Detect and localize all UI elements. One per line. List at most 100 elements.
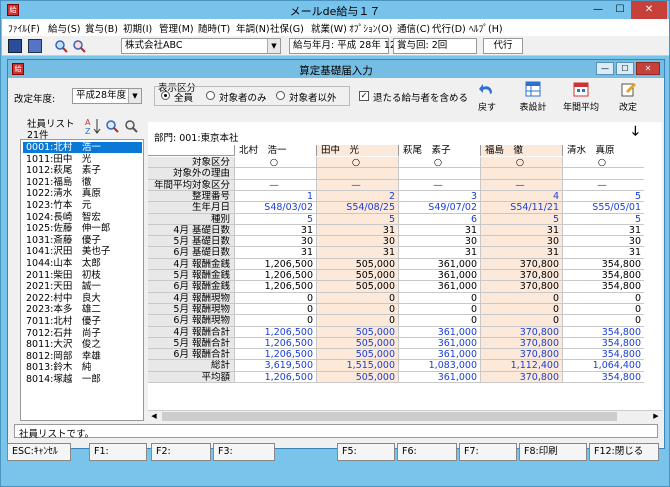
grid-cell[interactable]: 361,000 — [398, 258, 480, 270]
grid-cell[interactable]: 1,112,400 — [480, 360, 562, 372]
grid-cell[interactable]: — — [316, 179, 398, 191]
fkey-button[interactable]: F8:印刷 — [519, 443, 587, 461]
grid-column-header[interactable]: 田中 光 — [316, 145, 398, 156]
grid-cell[interactable]: 1,083,000 — [398, 360, 480, 372]
grid-cell[interactable]: 1,206,500 — [234, 349, 316, 361]
fkey-button[interactable]: F1: — [89, 443, 147, 461]
menu-item-5[interactable]: 随時(T) — [198, 21, 230, 35]
list-item[interactable]: 1025:佐藤 伸一郎 — [23, 223, 142, 234]
grid-cell[interactable]: 30 — [234, 236, 316, 248]
radio-non-target[interactable] — [276, 91, 285, 100]
grid-cell[interactable]: — — [234, 179, 316, 191]
list-item[interactable]: 7011:北村 優子 — [23, 316, 142, 327]
list-item[interactable]: 8011:大沢 俊之 — [23, 339, 142, 350]
arrow-down-icon[interactable]: 🡓 — [632, 122, 639, 144]
dialog-minimize-button[interactable]: — — [596, 62, 614, 75]
mail-icon[interactable] — [28, 39, 42, 53]
list-item[interactable]: 2023:本多 雄二 — [23, 304, 142, 315]
grid-cell[interactable]: 31 — [234, 224, 316, 236]
grid-cell[interactable]: 354,800 — [562, 337, 644, 349]
grid-cell[interactable]: 361,000 — [398, 337, 480, 349]
grid-cell[interactable]: ○ — [234, 157, 316, 168]
grid-cell[interactable]: 0 — [480, 292, 562, 304]
grid-cell[interactable]: 505,000 — [316, 270, 398, 281]
grid-cell[interactable]: 370,800 — [480, 270, 562, 281]
filter-search-icon[interactable] — [124, 119, 138, 133]
grid-cell[interactable]: 0 — [562, 303, 644, 315]
list-item[interactable]: 7012:石井 尚子 — [23, 328, 142, 339]
grid-cell[interactable]: 6 — [398, 213, 480, 225]
fkey-button[interactable]: F3: — [213, 443, 275, 461]
grid-cell[interactable]: 505,000 — [316, 281, 398, 293]
grid-cell[interactable]: 4 — [480, 190, 562, 202]
grid-cell[interactable]: S49/07/02 — [398, 202, 480, 214]
grid-cell[interactable]: 1 — [234, 190, 316, 202]
grid-cell[interactable]: ○ — [562, 157, 644, 168]
grid-cell[interactable]: 5 — [480, 213, 562, 225]
grid-cell[interactable]: 3 — [398, 190, 480, 202]
grid-cell[interactable]: 361,000 — [398, 349, 480, 361]
maximize-button[interactable]: ☐ — [609, 1, 631, 19]
grid-cell[interactable]: 354,800 — [562, 371, 644, 383]
fkey-button[interactable]: F6: — [397, 443, 457, 461]
year-select[interactable]: 平成28年度 ▼ — [72, 88, 142, 104]
grid-cell[interactable]: 0 — [398, 303, 480, 315]
list-item[interactable]: 8012:岡部 幸雄 — [23, 351, 142, 362]
grid-cell[interactable]: 0 — [234, 292, 316, 304]
list-item[interactable]: 1023:竹本 元 — [23, 200, 142, 211]
list-item[interactable]: 2021:天田 誠一 — [23, 281, 142, 292]
grid-cell[interactable]: 0 — [398, 292, 480, 304]
grid-cell[interactable]: 5 — [316, 213, 398, 225]
grid-cell[interactable]: 3,619,500 — [234, 360, 316, 372]
grid-cell[interactable]: 354,800 — [562, 349, 644, 361]
grid-cell[interactable]: ○ — [316, 157, 398, 168]
grid-cell[interactable]: 1,206,500 — [234, 281, 316, 293]
grid-column-header[interactable]: 清水 真原 — [562, 145, 644, 156]
grid-cell[interactable]: ○ — [480, 157, 562, 168]
grid-cell[interactable]: 1,206,500 — [234, 258, 316, 270]
proxy-button[interactable]: 代行 — [483, 38, 523, 54]
back-button[interactable]: 戻す — [464, 81, 510, 119]
employee-list[interactable]: 0001:北村 浩一 1011:田中 光 1012:萩尾 素子 1021:福島 徹 10… — [20, 139, 144, 421]
grid-cell[interactable]: 0 — [562, 315, 644, 327]
menu-item-2[interactable]: 賞与(B) — [85, 21, 118, 35]
annual-average-button[interactable]: 年間平均 — [558, 81, 604, 119]
grid-cell[interactable]: 31 — [316, 247, 398, 259]
list-item[interactable]: 1024:長崎 智宏 — [23, 212, 142, 223]
grid-cell[interactable]: 361,000 — [398, 371, 480, 383]
grid-cell[interactable]: 31 — [562, 224, 644, 236]
list-item[interactable]: 8013:鈴木 純 — [23, 362, 142, 373]
grid-cell[interactable]: 31 — [398, 224, 480, 236]
grid-cell[interactable]: 0 — [480, 315, 562, 327]
menu-item-6[interactable]: 年調(N) — [236, 21, 270, 35]
grid-cell[interactable]: 361,000 — [398, 281, 480, 293]
list-item[interactable]: 1031:斎藤 優子 — [23, 235, 142, 246]
grid-cell[interactable]: 5 — [562, 213, 644, 225]
grid-cell[interactable]: 1,206,500 — [234, 337, 316, 349]
grid-cell[interactable]: 31 — [480, 247, 562, 259]
grid-cell[interactable]: 31 — [480, 224, 562, 236]
grid-cell[interactable]: 1,064,400 — [562, 360, 644, 372]
grid-cell[interactable] — [234, 168, 316, 180]
grid-cell[interactable]: 31 — [316, 224, 398, 236]
grid-cell[interactable]: 354,800 — [562, 270, 644, 281]
list-item[interactable]: 2011:柴田 初枝 — [23, 270, 142, 281]
menu-item-7[interactable]: 社保(G) — [270, 21, 304, 35]
fkey-button[interactable]: F5: — [337, 443, 395, 461]
grid-column-header[interactable]: 福島 徹 — [480, 145, 562, 156]
grid-cell[interactable] — [398, 168, 480, 180]
grid-cell[interactable]: 370,800 — [480, 281, 562, 293]
menu-item-11[interactable]: 代行(D) — [432, 21, 466, 35]
grid-cell[interactable]: 1,206,500 — [234, 326, 316, 338]
grid-cell[interactable]: 0 — [398, 315, 480, 327]
radio-target-only[interactable] — [206, 91, 215, 100]
grid-cell[interactable]: 5 — [562, 190, 644, 202]
chevron-down-icon[interactable]: ▼ — [267, 39, 280, 53]
grid-cell[interactable]: 0 — [562, 292, 644, 304]
fkey-button[interactable]: ESC:ｷｬﾝｾﾙ — [7, 443, 71, 461]
grid-cell[interactable] — [480, 168, 562, 180]
grid-cell[interactable]: 31 — [398, 247, 480, 259]
grid-column-header[interactable]: 萩尾 素子 — [398, 145, 480, 156]
fkey-button[interactable]: F2: — [151, 443, 211, 461]
list-item[interactable]: 0001:北村 浩一 — [23, 142, 142, 153]
